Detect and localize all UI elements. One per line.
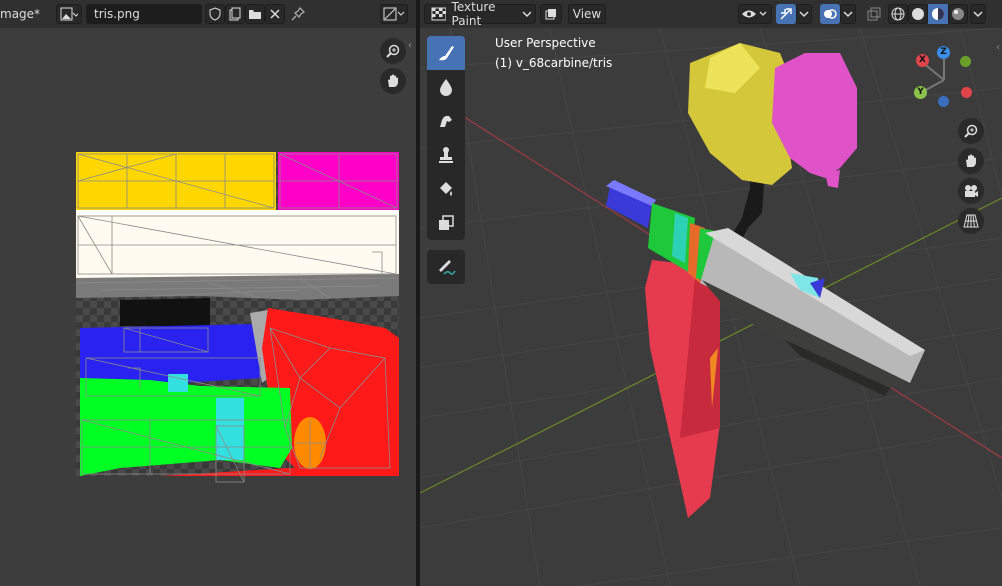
gizmo-neg-y-button[interactable] — [960, 56, 971, 67]
image-editor-mode-label[interactable]: mage* — [0, 4, 40, 24]
overlays-icon — [824, 9, 837, 19]
gizmo-x-button[interactable]: X — [916, 54, 929, 67]
mask-icon — [439, 215, 454, 230]
tool-draw[interactable] — [427, 36, 465, 70]
pan-view-button[interactable] — [958, 148, 984, 174]
visibility-dropdown[interactable] — [738, 4, 772, 24]
uv-texture-view — [76, 152, 399, 483]
fake-user-button[interactable] — [205, 4, 225, 24]
viewport-header: Texture Paint View — [420, 0, 1002, 28]
tool-clone[interactable] — [427, 138, 465, 172]
zoom-button[interactable] — [380, 38, 406, 64]
grid-icon — [963, 214, 979, 228]
pin-icon — [291, 7, 305, 21]
clone-icon — [439, 147, 453, 163]
camera-view-button[interactable] — [958, 178, 984, 204]
workspace-toggle-button[interactable] — [540, 4, 562, 24]
zoom-icon — [386, 44, 400, 58]
hand-icon — [966, 154, 976, 167]
sidebar-toggle-arrow[interactable]: ‹ — [996, 42, 1000, 53]
hand-icon — [388, 74, 398, 87]
tool-smear[interactable] — [427, 104, 465, 138]
mode-selector[interactable]: Texture Paint — [424, 0, 536, 28]
chevron-down-icon — [843, 11, 853, 18]
eye-icon — [742, 10, 767, 18]
xray-icon — [867, 7, 881, 21]
brush-icon — [439, 46, 454, 61]
gizmo-neg-x-button[interactable] — [961, 87, 972, 98]
gizmo-neg-z-button[interactable] — [938, 96, 949, 107]
image-editor-header: mage* tris.png — [0, 0, 416, 28]
texture-paint-icon — [431, 7, 446, 21]
chevron-down-icon — [799, 11, 809, 18]
editor-type-button[interactable] — [380, 4, 408, 24]
folder-icon — [249, 10, 261, 19]
gizmo-icon — [780, 8, 792, 20]
open-image-button[interactable] — [245, 4, 265, 24]
tool-fill[interactable] — [427, 172, 465, 206]
pan-button[interactable] — [380, 68, 406, 94]
gizmo-dropdown[interactable] — [796, 4, 812, 24]
xray-toggle[interactable] — [864, 4, 884, 24]
shading-rendered[interactable] — [948, 4, 968, 24]
mode-label: Texture Paint — [451, 0, 496, 28]
overlays-dropdown[interactable] — [840, 4, 856, 24]
perspective-label: User Perspective — [495, 36, 596, 50]
new-image-button[interactable] — [225, 4, 245, 24]
tool-annotate[interactable] — [427, 250, 465, 284]
layers-icon — [545, 9, 556, 20]
smear-icon — [440, 115, 452, 127]
fill-icon — [440, 182, 452, 196]
image-name-field[interactable]: tris.png — [86, 4, 202, 24]
view-menu[interactable]: View — [568, 4, 606, 24]
chevron-down-icon — [973, 11, 983, 18]
shading-material[interactable] — [928, 4, 948, 24]
3d-viewport[interactable]: User Perspective (1) v_68carbine/tris X … — [420, 28, 1002, 586]
shield-icon — [209, 7, 221, 21]
zoom-icon — [964, 124, 978, 138]
tool-soften[interactable] — [427, 70, 465, 104]
overlays-toggle[interactable] — [820, 4, 840, 24]
object-label: (1) v_68carbine/tris — [495, 56, 613, 70]
image-editor-icon — [383, 7, 405, 21]
annotate-icon — [439, 260, 456, 275]
unlink-image-button[interactable] — [265, 4, 285, 24]
image-icon — [60, 7, 78, 21]
chevron-down-icon — [522, 11, 532, 18]
rendered-sphere-icon — [952, 8, 964, 20]
pin-button[interactable] — [291, 4, 309, 24]
tool-mask[interactable] — [427, 206, 465, 240]
axis-gizmo-lines — [921, 52, 945, 93]
shading-solid[interactable] — [908, 4, 928, 24]
camera-icon — [965, 185, 978, 197]
uv-editor-canvas[interactable]: ‹ — [0, 28, 416, 586]
shading-dropdown[interactable] — [970, 4, 986, 24]
perspective-toggle-button[interactable] — [958, 208, 984, 234]
duplicate-icon — [229, 7, 241, 21]
gizmo-z-button[interactable]: Z — [937, 46, 950, 59]
close-icon — [270, 9, 280, 19]
shading-wireframe[interactable] — [888, 4, 908, 24]
material-sphere-icon — [932, 8, 944, 20]
texture-image — [76, 152, 399, 476]
sidebar-toggle-arrow[interactable]: ‹ — [408, 40, 412, 51]
zoom-view-button[interactable] — [958, 118, 984, 144]
solid-sphere-icon — [912, 8, 924, 20]
blur-icon — [440, 79, 452, 96]
wireframe-sphere-icon — [891, 7, 905, 21]
gizmo-toggle[interactable] — [776, 4, 796, 24]
image-browse-button[interactable] — [56, 4, 82, 24]
gizmo-y-button[interactable]: Y — [914, 86, 927, 99]
